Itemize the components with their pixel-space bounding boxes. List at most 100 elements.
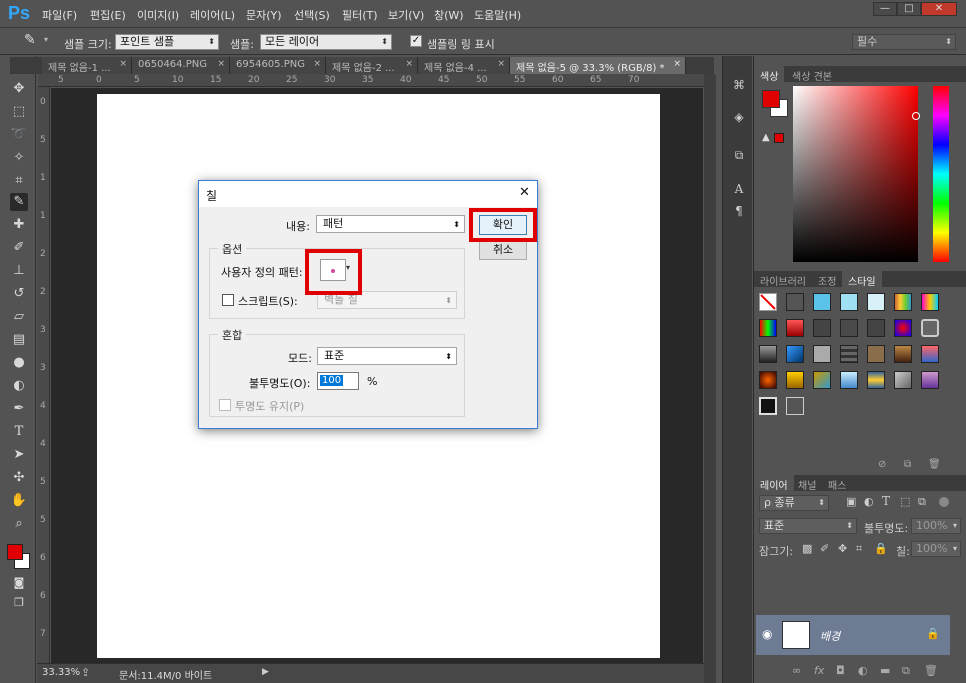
lock-brush-icon[interactable]: ✐ [820, 542, 829, 555]
script-checkbox[interactable] [222, 294, 234, 306]
clone-source-icon[interactable]: ⧉ [730, 146, 748, 164]
cancel-button[interactable]: 취소 [479, 240, 527, 260]
tab-layers[interactable]: 레이어 [754, 475, 794, 492]
tab-adjustments[interactable]: 조정 [812, 271, 842, 288]
new-layer-icon[interactable]: ⧉ [902, 664, 910, 678]
style-swatch[interactable] [786, 319, 804, 337]
gamut-color-swatch[interactable] [774, 133, 784, 143]
close-icon[interactable]: × [673, 59, 681, 69]
style-swatch[interactable] [921, 293, 939, 311]
filter-adjustment-icon[interactable]: ◐ [864, 495, 874, 508]
hue-slider[interactable] [933, 86, 949, 262]
pen-tool-icon[interactable]: ✒ [10, 400, 28, 418]
filter-toggle[interactable] [939, 497, 949, 507]
mode-select[interactable]: 표준 ⬍ [317, 347, 457, 365]
menu-view[interactable]: 보기(V) [388, 7, 424, 23]
style-swatch[interactable] [759, 397, 777, 415]
style-swatch[interactable] [813, 293, 831, 311]
style-swatch[interactable] [786, 345, 804, 363]
minimize-button[interactable]: — [873, 2, 897, 16]
menu-select[interactable]: 선택(S) [294, 7, 330, 23]
new-style-icon[interactable]: ⧉ [904, 459, 911, 470]
tab-document-3[interactable]: 6954605.PNG × [230, 57, 326, 74]
path-select-tool-icon[interactable]: ➤ [10, 446, 28, 464]
filter-shape-icon[interactable]: ⬚ [900, 495, 910, 508]
eyedropper-icon[interactable]: ✎ [24, 32, 36, 48]
menu-filter[interactable]: 필터(T) [342, 7, 378, 23]
menu-type[interactable]: 문자(Y) [246, 7, 282, 23]
close-icon[interactable]: × [119, 59, 127, 69]
filter-type-icon[interactable]: T [882, 494, 890, 508]
tab-color[interactable]: 색상 [754, 66, 785, 83]
color-field[interactable] [793, 86, 918, 262]
style-swatch[interactable] [813, 345, 831, 363]
style-swatch[interactable] [867, 371, 885, 389]
style-swatch[interactable] [921, 371, 939, 389]
blend-mode-select[interactable]: 표준 ⬍ [759, 518, 857, 534]
maximize-button[interactable]: □ [897, 2, 921, 16]
contents-select[interactable]: 패턴 ⬍ [316, 215, 465, 233]
style-swatch[interactable] [867, 293, 885, 311]
tab-styles[interactable]: 스타일 [842, 271, 882, 288]
brush-tool-icon[interactable]: ✐ [10, 239, 28, 257]
close-icon[interactable]: ✕ [519, 185, 530, 200]
clear-style-icon[interactable]: ⊘ [878, 459, 886, 470]
menu-layer[interactable]: 레이어(L) [190, 7, 235, 23]
tab-libraries[interactable]: 라이브러리 [754, 271, 812, 288]
style-swatch[interactable] [759, 345, 777, 363]
foreground-color-swatch[interactable] [7, 544, 23, 560]
menu-window[interactable]: 창(W) [434, 7, 464, 23]
sample-size-select[interactable]: 포인트 샘플 ⬍ [115, 34, 219, 50]
show-ring-checkbox[interactable]: ✓ [410, 35, 422, 47]
lock-transparent-icon[interactable]: ▩ [802, 542, 812, 555]
lock-artboard-icon[interactable]: ⌗ [856, 542, 862, 556]
lock-move-icon[interactable]: ✥ [838, 542, 847, 555]
history-brush-tool-icon[interactable]: ↺ [10, 285, 28, 303]
close-icon[interactable]: × [313, 59, 321, 69]
style-swatch[interactable] [813, 319, 831, 337]
workspace-select[interactable]: 필수 ⬍ [852, 34, 956, 50]
filter-image-icon[interactable]: ▣ [846, 495, 856, 508]
adjustment-layer-icon[interactable]: ◐ [858, 664, 868, 677]
crop-tool-icon[interactable]: ⌗ [10, 172, 28, 190]
tab-document-active[interactable]: 제목 없음-5 @ 33.3% (RGB/8) * × [510, 57, 686, 74]
style-swatch[interactable] [759, 371, 777, 389]
trash-icon[interactable]: 🗑 [928, 459, 941, 470]
style-swatch[interactable] [786, 371, 804, 389]
menu-image[interactable]: 이미지(I) [137, 7, 179, 23]
eyedropper-tool-icon[interactable]: ✎ [10, 193, 28, 211]
tab-channels[interactable]: 채널 [792, 475, 822, 492]
paragraph-icon[interactable]: ¶ [730, 202, 748, 220]
tab-document-1[interactable]: 제목 없음-1 ... × [42, 57, 132, 74]
lock-all-icon[interactable]: 🔒 [874, 542, 888, 555]
layer-fill-field[interactable]: 100% ▾ [911, 541, 961, 557]
cube-icon[interactable]: ◈ [730, 108, 748, 126]
close-icon[interactable]: × [217, 59, 225, 69]
layer-opacity-field[interactable]: 100% ▾ [911, 518, 961, 534]
fx-icon[interactable]: fx [814, 664, 824, 677]
clone-stamp-tool-icon[interactable]: ⊥ [10, 262, 28, 280]
tab-paths[interactable]: 패스 [822, 475, 852, 492]
hand-tool-icon[interactable]: ✋ [10, 492, 28, 510]
add-mask-icon[interactable]: ◘ [836, 664, 845, 677]
style-swatch[interactable] [894, 319, 912, 337]
style-swatch[interactable] [921, 319, 939, 337]
style-swatch[interactable] [840, 293, 858, 311]
quick-mask-icon[interactable]: ◙ [10, 574, 28, 592]
sample-select[interactable]: 모든 레이어 ⬍ [260, 34, 392, 50]
lasso-tool-icon[interactable]: ➰ [10, 126, 28, 144]
chevron-down-icon[interactable]: ▾ [44, 35, 48, 44]
panel-foreground-color[interactable] [762, 90, 780, 108]
link-layers-icon[interactable]: ∞ [792, 664, 801, 677]
marquee-tool-icon[interactable]: ⬚ [10, 103, 28, 121]
export-icon[interactable]: ⇪ [81, 666, 90, 679]
delete-layer-icon[interactable]: 🗑 [924, 664, 938, 677]
dialog-title-bar[interactable]: 칠 ✕ [199, 181, 537, 207]
menu-file[interactable]: 파일(F) [42, 7, 77, 23]
style-swatch[interactable] [894, 345, 912, 363]
style-swatch[interactable] [786, 293, 804, 311]
close-icon[interactable]: × [405, 59, 413, 69]
color-picker-marker[interactable] [912, 112, 920, 120]
style-swatch[interactable] [894, 371, 912, 389]
filter-smart-object-icon[interactable]: ⧉ [918, 495, 926, 509]
